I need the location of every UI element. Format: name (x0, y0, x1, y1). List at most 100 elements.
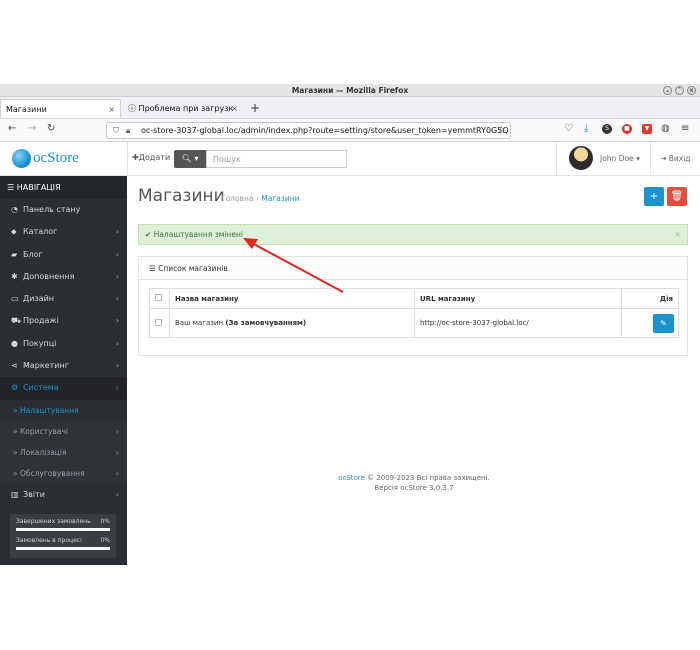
lock-icon[interactable]: 🔒︎ (126, 123, 130, 138)
pencil-icon: ✎ (660, 318, 667, 328)
sidebar: ☰ НАВІГАЦІЯ ◔ Панель стану ⬥ Каталог › ▰ Бло… (0, 176, 127, 565)
stat-label: Завершених замовлень (16, 518, 91, 525)
sidebar-item-blog[interactable]: ▰ Блог › (0, 244, 127, 266)
breadcrumb: Головна › Магазини (221, 194, 300, 203)
edit-store-button[interactable]: ✎ (653, 313, 674, 333)
chevron-right-icon: › (115, 249, 119, 259)
alert-text: Налаштування змінені (153, 230, 243, 239)
back-icon[interactable]: ← (8, 123, 16, 134)
chevron-right-icon: › (115, 426, 119, 436)
breadcrumb-home[interactable]: Головна (221, 194, 253, 203)
progress-bar (16, 528, 110, 531)
search-type-button[interactable]: 🔍︎ ▾ (174, 150, 206, 168)
sidebar-item-extensions[interactable]: ✱ Доповнення › (0, 266, 127, 288)
sign-out-icon: ⇥ (660, 154, 667, 163)
stat-value: 0% (100, 518, 110, 525)
url-bar[interactable]: ⛉ 🔒︎ oc-store-3037-global.loc/admin/inde… (106, 122, 511, 139)
select-all-cell (149, 288, 170, 309)
logo-ball-icon (12, 149, 31, 168)
close-tab-icon[interactable]: × (108, 100, 115, 119)
trash-icon: 🗑︎ (670, 191, 684, 202)
chevron-right-icon: › (115, 468, 119, 478)
progress-bar (16, 547, 110, 550)
sidebar-item-label: Продажі (23, 316, 59, 326)
sidebar-item-design[interactable]: ▭ Дизайн › (0, 288, 127, 310)
breadcrumb-current[interactable]: Магазини (261, 194, 299, 203)
sidebar-item-label: Система (23, 383, 59, 393)
column-store-name[interactable]: Назва магазину (169, 288, 415, 309)
browser-toolbar: ← → ↻ ⛉ 🔒︎ oc-store-3037-global.loc/admi… (0, 119, 700, 142)
chevron-right-icon: › (115, 271, 119, 281)
user-icon: ● (11, 338, 18, 348)
close-alert-icon[interactable]: × (674, 225, 681, 244)
chevron-right-icon: › (115, 316, 119, 326)
sidebar-item-dashboard[interactable]: ◔ Панель стану (0, 199, 127, 221)
footer-brand-link[interactable]: ocStore (338, 474, 365, 482)
stores-table: Назва магазину URL магазину Дія Ваш мага… (149, 288, 679, 338)
reload-icon[interactable]: ↻ (47, 123, 55, 134)
forward-icon[interactable]: → (28, 123, 36, 134)
column-store-url[interactable]: URL магазину (414, 288, 622, 309)
footer-version: Версія ocStore 3.0.3.7 (374, 484, 454, 492)
chevron-right-icon: › (115, 447, 119, 457)
extension-stop-icon[interactable]: ■ (622, 124, 632, 134)
delete-button[interactable]: 🗑︎ (667, 187, 687, 206)
sidebar-subitem-settings[interactable]: » Налаштування (0, 399, 127, 421)
sidebar-item-reports[interactable]: ▥ Звіти › (0, 484, 127, 506)
menu-icon[interactable]: ≡ (681, 123, 689, 134)
table-row: Ваш магазин (За замовчуванням) http://oc… (149, 308, 679, 338)
maximize-icon[interactable]: ˄ (675, 86, 684, 95)
sidebar-item-customers[interactable]: ● Покупці › (0, 333, 127, 355)
sidebar-item-label: Покупці (23, 338, 57, 348)
minimize-icon[interactable]: ⌄ (663, 86, 672, 95)
sidebar-item-label: Панель стану (23, 205, 81, 214)
close-tab-icon[interactable]: × (231, 99, 238, 118)
caret-down-icon: ▾ (636, 154, 640, 163)
select-all-checkbox[interactable] (155, 294, 162, 301)
list-icon: ☰ (149, 264, 156, 273)
new-tab-icon[interactable]: + (250, 101, 260, 115)
add-store-button[interactable]: + (644, 187, 664, 206)
table-header-row: Назва магазину URL магазину Дія (149, 288, 679, 309)
cart-icon: ⛟ (11, 316, 22, 326)
sidebar-item-label: Каталог (23, 227, 58, 237)
sidebar-item-marketing[interactable]: ⋖ Маркетинг › (0, 355, 127, 377)
cog-icon: ⚙ (11, 383, 19, 393)
sidebar-item-label: Звіти (23, 489, 45, 499)
pocket-icon[interactable]: ♡ (564, 123, 573, 134)
shield-icon[interactable]: ⛉ (113, 123, 119, 138)
screenshot-frame: Магазини — Mozilla Firefox ⌄ ˄ × Магазин… (0, 84, 700, 565)
extension-arrow-icon[interactable]: ▼ (642, 124, 652, 134)
sidebar-item-label: Доповнення (23, 271, 75, 281)
extension-s-icon[interactable]: S (602, 124, 612, 134)
sidebar-subitem-users[interactable]: » Користувачі › (0, 420, 127, 442)
panel-heading: ☰ Список магазинів (139, 257, 687, 280)
download-icon[interactable]: ⤓ (584, 123, 588, 134)
sidebar-item-label: Дизайн (23, 294, 55, 304)
double-chevron-icon: » (13, 447, 18, 457)
tab-problem[interactable]: ⓘ Проблема при загрузк × (123, 99, 243, 118)
add-button[interactable]: ✚Додати (132, 153, 170, 162)
plus-icon: ✚ (132, 153, 139, 162)
sidebar-item-catalog[interactable]: ⬥ Каталог › (0, 221, 127, 243)
ocstore-logo[interactable]: ocStore (12, 149, 79, 168)
bars-icon: ☰ (7, 183, 15, 192)
chevron-right-icon: › (115, 383, 119, 393)
tab-stores[interactable]: Магазини × (0, 99, 121, 118)
sidebar-item-label: Маркетинг (23, 361, 69, 371)
logout-button[interactable]: ⇥ Вихід (660, 154, 690, 163)
close-window-icon[interactable]: × (687, 86, 696, 95)
bookmark-star-icon[interactable]: ☆ (497, 123, 506, 138)
row-checkbox[interactable] (155, 318, 162, 326)
sidebar-item-system[interactable]: ⚙ Система › (0, 377, 127, 400)
user-menu[interactable]: John Doe ▾ (600, 154, 640, 163)
stat-completed: Завершених замовлень 0% (16, 518, 110, 537)
sidebar-subitem-localisation[interactable]: » Локалізація › (0, 441, 127, 463)
avatar[interactable] (569, 146, 593, 170)
globe-icon[interactable]: ◍ (661, 123, 670, 134)
search-icon: 🔍︎ (181, 154, 192, 163)
sidebar-subitem-maintenance[interactable]: » Обслуговування › (0, 462, 127, 484)
caret-down-icon: ▾ (194, 154, 199, 163)
sidebar-item-sales[interactable]: ⛟ Продажі › (0, 310, 127, 332)
search-input[interactable] (206, 150, 347, 168)
